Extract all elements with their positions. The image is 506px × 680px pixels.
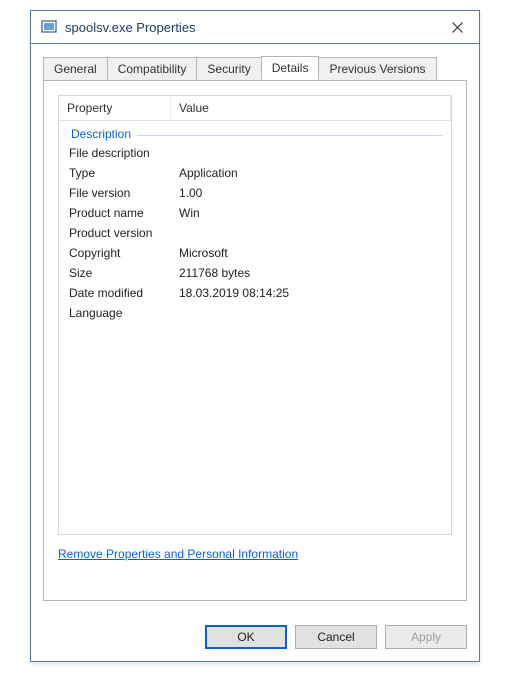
cancel-button[interactable]: Cancel — [295, 625, 377, 649]
row-file-version[interactable]: File version 1.00 — [59, 183, 451, 203]
window-title: spoolsv.exe Properties — [65, 20, 435, 35]
row-size[interactable]: Size 211768 bytes — [59, 263, 451, 283]
close-icon — [452, 22, 463, 33]
tab-previous-versions[interactable]: Previous Versions — [318, 57, 436, 81]
details-panel: Property Value Description File descript… — [43, 80, 467, 601]
row-type[interactable]: Type Application — [59, 163, 451, 183]
remove-properties-link[interactable]: Remove Properties and Personal Informati… — [58, 547, 452, 561]
listview-header: Property Value — [59, 96, 451, 121]
row-copyright[interactable]: Copyright Microsoft — [59, 243, 451, 263]
property-listview[interactable]: Property Value Description File descript… — [58, 95, 452, 535]
row-language[interactable]: Language — [59, 303, 451, 323]
properties-dialog: spoolsv.exe Properties General Compatibi… — [30, 10, 480, 662]
tabstrip: General Compatibility Security Details P… — [43, 56, 467, 80]
row-product-name[interactable]: Product name Win — [59, 203, 451, 223]
column-property[interactable]: Property — [59, 96, 171, 120]
apply-button: Apply — [385, 625, 467, 649]
close-button[interactable] — [435, 11, 479, 44]
column-value[interactable]: Value — [171, 96, 451, 120]
tab-details[interactable]: Details — [261, 56, 320, 80]
dialog-buttons: OK Cancel Apply — [31, 613, 479, 661]
app-icon — [41, 19, 57, 35]
tab-security[interactable]: Security — [196, 57, 261, 81]
row-file-description[interactable]: File description — [59, 143, 451, 163]
listview-body: Description File description Type Applic… — [59, 121, 451, 325]
content-area: General Compatibility Security Details P… — [31, 44, 479, 613]
ok-button[interactable]: OK — [205, 625, 287, 649]
row-product-version[interactable]: Product version — [59, 223, 451, 243]
tab-compatibility[interactable]: Compatibility — [107, 57, 198, 81]
titlebar: spoolsv.exe Properties — [31, 11, 479, 44]
row-date-modified[interactable]: Date modified 18.03.2019 08:14:25 — [59, 283, 451, 303]
tab-general[interactable]: General — [43, 57, 108, 81]
group-description: Description — [59, 123, 451, 143]
